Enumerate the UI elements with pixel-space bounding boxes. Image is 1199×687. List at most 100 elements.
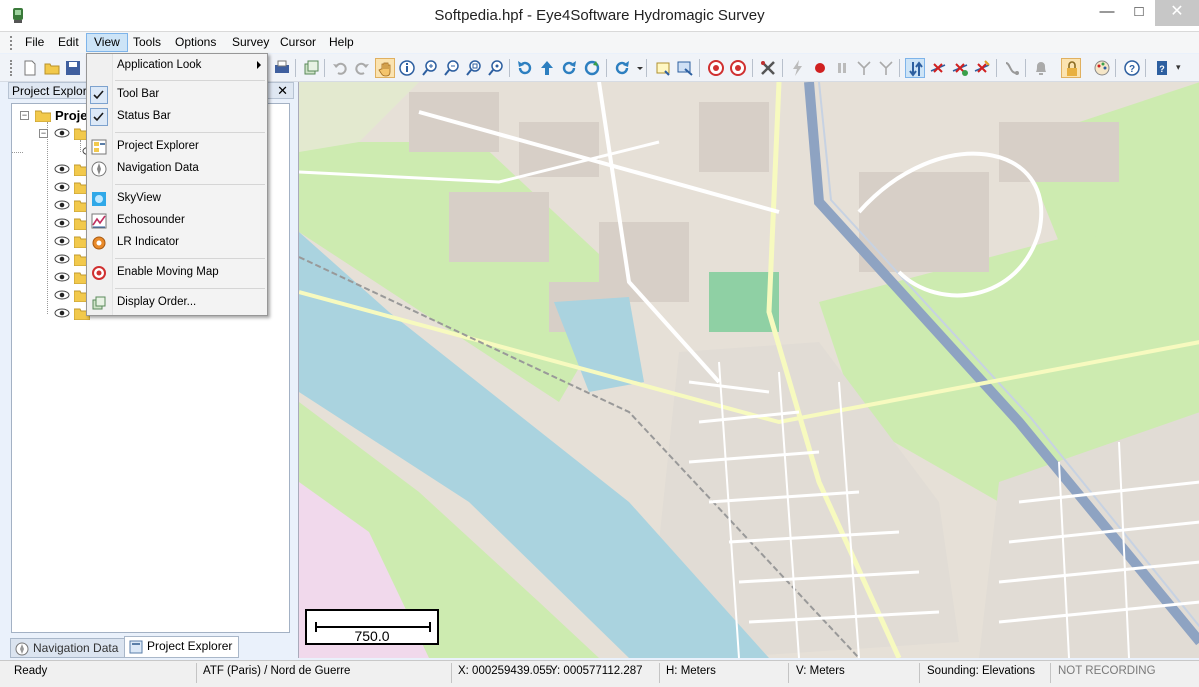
window-title: Softpedia.hpf - Eye4Software Hydromagic …	[434, 7, 765, 24]
visibility-eye-icon[interactable]	[54, 128, 70, 138]
menu-edit[interactable]: Edit	[51, 33, 86, 52]
menu-tools[interactable]: Tools	[126, 33, 168, 52]
toolbar-grip[interactable]	[10, 60, 13, 76]
new-file-icon[interactable]	[20, 58, 40, 78]
undo-icon[interactable]	[330, 58, 350, 78]
antenna-icon[interactable]	[854, 58, 874, 78]
arrow-up-icon[interactable]	[537, 58, 557, 78]
menu-item-navigation-data[interactable]: Navigation Data	[87, 158, 267, 180]
book-icon[interactable]: ?	[1152, 58, 1172, 78]
lightning-icon[interactable]	[788, 58, 808, 78]
panel-close-icon[interactable]: ✕	[277, 83, 288, 98]
visibility-eye-icon[interactable]	[54, 236, 70, 246]
visibility-eye-icon[interactable]	[54, 290, 70, 300]
rotate-left-icon[interactable]	[515, 58, 535, 78]
zoom-extents-icon[interactable]	[486, 58, 506, 78]
palette-icon[interactable]	[1092, 58, 1112, 78]
menu-item-label: Navigation Data	[117, 162, 199, 174]
lock-icon[interactable]	[1061, 58, 1081, 78]
antenna-alt-icon[interactable]	[876, 58, 896, 78]
status-v-units: V: Meters	[796, 665, 845, 677]
menu-help[interactable]: Help	[322, 33, 361, 52]
save-icon[interactable]	[63, 58, 83, 78]
pause-icon[interactable]	[832, 58, 852, 78]
status-separator	[1050, 663, 1051, 683]
toolbar-separator	[752, 59, 753, 77]
visibility-eye-icon[interactable]	[54, 254, 70, 264]
menu-item-tool-bar[interactable]: Tool Bar	[87, 84, 267, 106]
toolbar-overflow-icon[interactable]: ▾	[1176, 62, 1181, 73]
note-icon[interactable]	[653, 58, 673, 78]
map-view[interactable]: 750.0	[298, 82, 1199, 658]
pan-hand-icon[interactable]	[375, 58, 395, 78]
refresh-icon[interactable]	[582, 58, 602, 78]
status-separator	[196, 663, 197, 683]
visibility-eye-icon[interactable]	[54, 200, 70, 210]
status-separator	[919, 663, 920, 683]
tools-icon[interactable]	[758, 58, 778, 78]
visibility-eye-icon[interactable]	[54, 272, 70, 282]
info-icon[interactable]	[397, 58, 417, 78]
menu-bar: File Edit View Tools Options Survey Curs…	[0, 32, 1199, 53]
menu-item-skyview[interactable]: SkyView	[87, 188, 267, 210]
menu-item-display-order[interactable]: Display Order...	[87, 292, 267, 314]
target-alt-icon[interactable]	[728, 58, 748, 78]
target-icon[interactable]	[706, 58, 726, 78]
menu-item-lr-indicator[interactable]: LR Indicator	[87, 232, 267, 254]
pipe-icon[interactable]	[1002, 58, 1022, 78]
menu-item-project-explorer[interactable]: Project Explorer	[87, 136, 267, 158]
menu-survey[interactable]: Survey	[225, 33, 276, 52]
status-recording: NOT RECORDING	[1058, 665, 1156, 677]
open-folder-icon[interactable]	[42, 58, 62, 78]
visibility-eye-icon[interactable]	[54, 182, 70, 192]
menu-item-label: Project Explorer	[117, 140, 199, 152]
close-button[interactable]: ✕	[1155, 0, 1199, 26]
menubar-grip[interactable]	[10, 36, 13, 50]
menu-item-echosounder[interactable]: Echosounder	[87, 210, 267, 232]
menu-item-label: Application Look	[117, 59, 202, 71]
tree-root-label: Proje	[55, 108, 88, 123]
redo-icon[interactable]	[352, 58, 372, 78]
tree-expander-icon[interactable]: −	[39, 129, 48, 138]
help-icon[interactable]: ?	[1122, 58, 1142, 78]
panel-title: Project Explorer	[12, 84, 98, 98]
menu-view[interactable]: View	[86, 33, 128, 52]
menu-options[interactable]: Options	[168, 33, 223, 52]
zoom-in-icon[interactable]	[420, 58, 440, 78]
zoom-out-icon[interactable]	[442, 58, 462, 78]
sync-dropdown-icon[interactable]	[630, 58, 643, 78]
crossline-icon[interactable]	[928, 58, 948, 78]
zoom-window-icon[interactable]	[464, 58, 484, 78]
map-canvas	[299, 82, 1199, 658]
sync-icon[interactable]	[612, 58, 632, 78]
rotate-right-icon[interactable]	[559, 58, 579, 78]
swap-icon[interactable]	[905, 58, 925, 78]
menu-item-label: Display Order...	[117, 296, 197, 308]
menu-item-enable-moving-map[interactable]: Enable Moving Map	[87, 262, 267, 284]
print-icon[interactable]	[272, 58, 292, 78]
visibility-eye-icon[interactable]	[54, 308, 70, 318]
menu-separator	[115, 184, 265, 185]
menu-item-status-bar[interactable]: Status Bar	[87, 106, 267, 128]
maximize-button[interactable]: □	[1124, 0, 1154, 26]
crossline-add-icon[interactable]	[950, 58, 970, 78]
layers-icon[interactable]	[301, 58, 321, 78]
tab-project-explorer[interactable]: Project Explorer	[124, 636, 240, 658]
visibility-eye-icon[interactable]	[54, 218, 70, 228]
menu-item-label: LR Indicator	[117, 236, 180, 248]
menu-item-label: SkyView	[117, 192, 161, 204]
tab-navigation-data[interactable]: Navigation Data	[10, 638, 126, 658]
bell-icon[interactable]	[1031, 58, 1051, 78]
menu-item-application-look[interactable]: Application Look	[87, 55, 267, 77]
tree-expander-icon[interactable]: −	[20, 111, 29, 120]
status-x-coord: X: 000259439.055	[458, 665, 553, 677]
toolbar-separator	[646, 59, 647, 77]
minimize-button[interactable]: —	[1092, 0, 1122, 26]
record-icon[interactable]	[810, 58, 830, 78]
visibility-eye-icon[interactable]	[54, 164, 70, 174]
crossline-edit-icon[interactable]	[972, 58, 992, 78]
export-icon[interactable]	[675, 58, 695, 78]
menu-file[interactable]: File	[18, 33, 51, 52]
menu-cursor[interactable]: Cursor	[273, 33, 323, 52]
menu-separator	[115, 132, 265, 133]
